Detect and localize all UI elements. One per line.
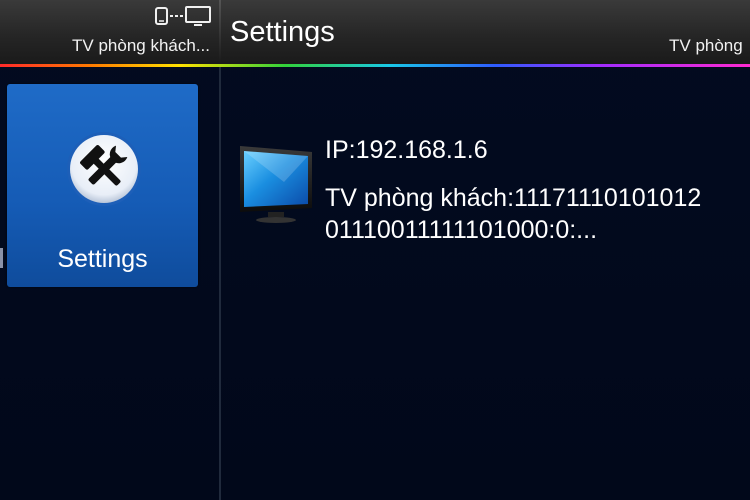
device-name-line1[interactable]: TV phòng khách:11171110101012 bbox=[325, 184, 701, 213]
tools-icon bbox=[67, 132, 141, 206]
devices-icon bbox=[155, 6, 211, 26]
screen: TV phòng khách... Settings TV phòng Sett… bbox=[0, 0, 750, 500]
device-selector[interactable]: TV phòng khách... bbox=[0, 0, 218, 64]
right-device-name: TV phòng bbox=[669, 36, 743, 55]
tv-icon bbox=[240, 146, 312, 223]
device-name-line2[interactable]: 01110011111101000:0:... bbox=[325, 216, 597, 245]
settings-tile-label: Settings bbox=[57, 245, 148, 273]
sidebar-divider bbox=[219, 67, 221, 500]
settings-tile[interactable]: Settings bbox=[7, 84, 198, 287]
current-device-name: TV phòng khách... bbox=[72, 36, 210, 55]
sidebar-edge-marker bbox=[0, 248, 3, 268]
page-title: Settings bbox=[230, 16, 335, 48]
header-divider bbox=[219, 0, 221, 64]
top-bar: TV phòng khách... Settings TV phòng bbox=[0, 0, 750, 64]
device-ip: IP:192.168.1.6 bbox=[325, 136, 488, 164]
